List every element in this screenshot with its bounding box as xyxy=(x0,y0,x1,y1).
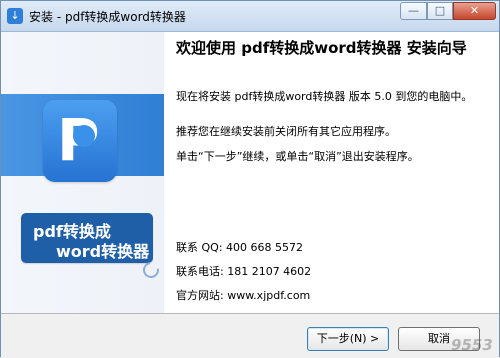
wizard-button-bar: 下一步(N) > 取消 9553 xyxy=(1,313,499,358)
install-version-text: 现在将安装 pdf转换成word转换器 版本 5.0 到您的电脑中。 xyxy=(176,90,473,103)
maximize-button[interactable]: □ xyxy=(427,2,453,20)
watermark: 9553 xyxy=(449,336,495,354)
brand-line-2: word转换器 xyxy=(56,242,150,261)
official-website: 官方网站: www.xjpdf.com xyxy=(176,289,311,302)
continue-cancel-instruction: 单击“下一步”继续，或单击“取消”退出安装程序。 xyxy=(176,150,419,163)
contact-phone: 联系电话: 181 2107 4602 xyxy=(176,265,312,278)
contact-qq: 联系 QQ: 400 668 5572 xyxy=(176,241,303,254)
p-logo-inner-circle xyxy=(73,125,95,147)
minimize-button[interactable]: — xyxy=(400,2,427,20)
p-logo-icon: P xyxy=(43,100,117,182)
close-button[interactable]: ✕ xyxy=(453,2,496,20)
installer-window: ↓ 安装 - pdf转换成word转换器 — □ ✕ P pdf转换成 word… xyxy=(0,0,500,358)
title-bar: ↓ 安装 - pdf转换成word转换器 — □ ✕ xyxy=(1,1,499,32)
next-button[interactable]: 下一步(N) > xyxy=(307,327,389,351)
welcome-heading: 欢迎使用 pdf转换成word转换器 安装向导 xyxy=(176,39,467,57)
wizard-side-panel: P pdf转换成 word转换器 xyxy=(1,32,164,313)
close-apps-recommendation: 推荐您在继续安装前关闭所有其它应用程序。 xyxy=(176,125,396,138)
window-title: 安装 - pdf转换成word转换器 xyxy=(29,10,186,24)
wizard-content: P pdf转换成 word转换器 欢迎使用 pdf转换成word转换器 安装向导… xyxy=(1,32,499,313)
installer-app-icon: ↓ xyxy=(7,8,23,24)
welcome-text-area: 欢迎使用 pdf转换成word转换器 安装向导 现在将安装 pdf转换成word… xyxy=(176,32,499,313)
product-brand-box: pdf转换成 word转换器 xyxy=(21,213,153,263)
